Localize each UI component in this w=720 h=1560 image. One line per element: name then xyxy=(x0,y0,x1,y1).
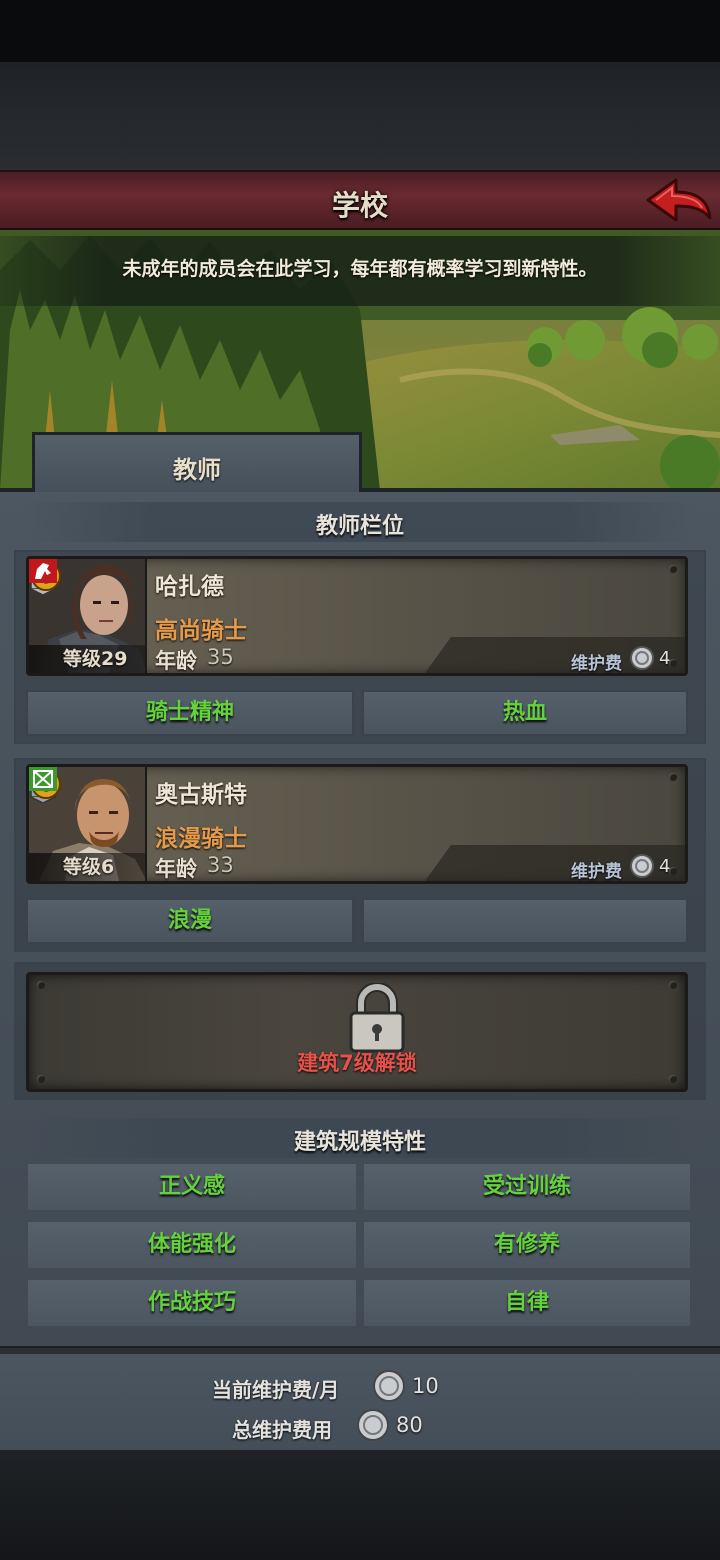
status-bar xyxy=(0,0,720,62)
lock-icon xyxy=(349,983,405,1053)
teacher-card-1[interactable]: 等级29 哈扎德 高尚骑士 年龄 35 维护费 4 xyxy=(26,556,688,676)
upkeep-label: 维护费 xyxy=(571,862,622,882)
avatar[interactable]: 等级29 xyxy=(29,559,147,673)
avatar[interactable]: 等级6 xyxy=(29,767,147,881)
tab-teachers-label: 教师 xyxy=(173,456,221,484)
rivet xyxy=(669,773,677,781)
teacher-slots-title: 教师栏位 xyxy=(315,514,404,539)
teacher-name: 奥古斯特 xyxy=(155,782,247,808)
upkeep-value: 4 xyxy=(659,856,671,877)
age-label: 年龄 xyxy=(155,857,197,881)
monthly-upkeep-label: 当前维护费/月 xyxy=(212,1378,340,1402)
locked-teacher-slot[interactable]: 建筑7级解锁 xyxy=(26,972,688,1092)
building-description: 未成年的成员会在此学习，每年都有概率学习到新特性。 xyxy=(122,258,598,280)
building-trait[interactable]: 有修养 xyxy=(364,1222,690,1268)
rivet xyxy=(669,1075,677,1083)
teacher-trait[interactable]: 浪漫 xyxy=(26,898,354,944)
teacher-level: 等级6 xyxy=(63,856,115,878)
upkeep-value: 4 xyxy=(659,648,671,669)
teacher-level: 等级29 xyxy=(63,648,128,670)
rivet xyxy=(669,659,677,667)
building-trait[interactable]: 自律 xyxy=(364,1280,690,1326)
teacher-trait-empty[interactable] xyxy=(362,898,688,944)
total-upkeep-label: 总维护费用 xyxy=(232,1418,332,1442)
building-trait[interactable]: 作战技巧 xyxy=(28,1280,356,1326)
teacher-class: 浪漫骑士 xyxy=(155,826,247,852)
teacher-name: 哈扎德 xyxy=(155,574,224,600)
teacher-class: 高尚骑士 xyxy=(155,618,247,644)
page-title: 学校 xyxy=(331,189,388,222)
building-traits-title: 建筑规模特性 xyxy=(293,1130,426,1155)
knight-class-icon xyxy=(29,559,57,583)
teacher-trait[interactable]: 热血 xyxy=(362,690,688,736)
rivet xyxy=(669,565,677,573)
age-value: 33 xyxy=(207,853,234,877)
silver-coin-icon xyxy=(630,646,654,670)
age-label: 年龄 xyxy=(155,649,197,673)
rivet xyxy=(669,981,677,989)
building-trait[interactable]: 受过训练 xyxy=(364,1164,690,1210)
title-bar: 学校 xyxy=(0,170,720,230)
rivet xyxy=(37,1075,45,1083)
rivet xyxy=(37,981,45,989)
age-value: 35 xyxy=(207,645,234,669)
teacher-card-2[interactable]: 等级6 奥古斯特 浪漫骑士 年龄 33 维护费 4 xyxy=(26,764,688,884)
monthly-upkeep-value: 10 xyxy=(412,1374,439,1398)
silver-coin-icon xyxy=(357,1409,389,1441)
tab-teachers[interactable]: 教师 xyxy=(32,432,362,492)
teacher-trait[interactable]: 骑士精神 xyxy=(26,690,354,736)
building-trait[interactable]: 体能强化 xyxy=(28,1222,356,1268)
footer-summary: 当前维护费/月 10 总维护费用 80 xyxy=(0,1354,720,1450)
background-lower xyxy=(0,1450,720,1560)
total-upkeep-value: 80 xyxy=(396,1413,423,1437)
unlock-requirement: 建筑7级解锁 xyxy=(297,1051,417,1075)
back-arrow-icon xyxy=(646,178,712,222)
building-trait[interactable]: 正义感 xyxy=(28,1164,356,1210)
silver-coin-icon xyxy=(630,854,654,878)
silver-coin-icon xyxy=(373,1370,405,1402)
background-upper xyxy=(0,62,720,172)
upkeep-label: 维护费 xyxy=(571,654,622,674)
footer-divider xyxy=(0,1346,720,1354)
knight-class-icon xyxy=(29,767,57,791)
rivet xyxy=(669,867,677,875)
back-button[interactable] xyxy=(642,174,714,226)
